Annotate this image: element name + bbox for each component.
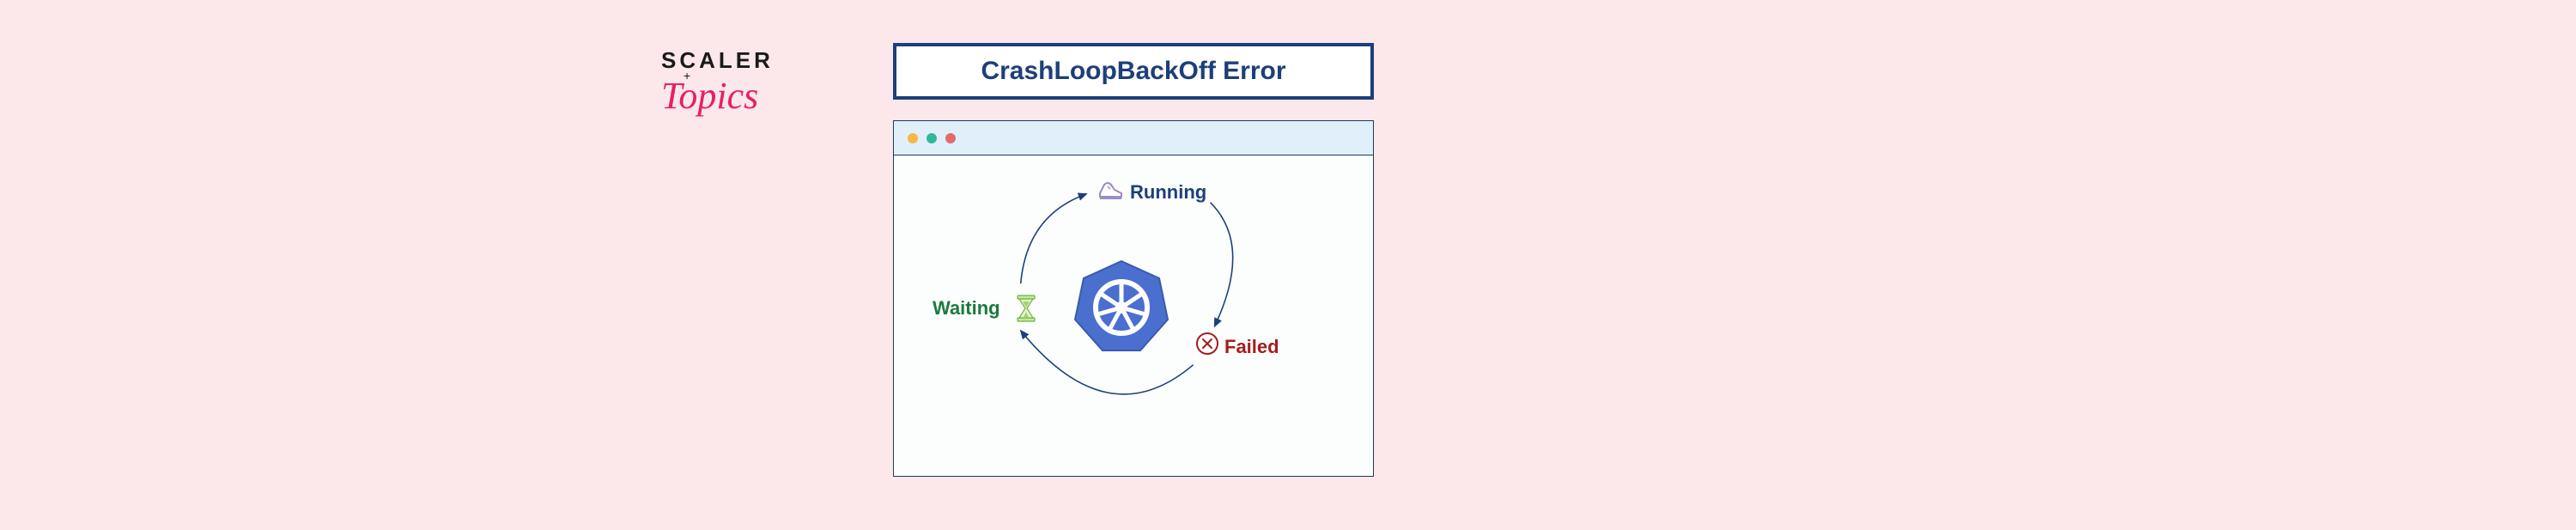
diagram-title: CrashLoopBackOff Error — [981, 57, 1285, 85]
x-circle-icon — [1194, 331, 1220, 356]
state-running-label: Running — [1130, 181, 1206, 204]
shoe-icon — [1096, 174, 1127, 205]
brand-logo: SCALER + Topics — [661, 47, 774, 118]
state-waiting-label: Waiting — [933, 297, 1000, 320]
kubernetes-logo — [1070, 254, 1173, 357]
diagram-canvas: Running Waiting Failed — [894, 155, 1373, 476]
window-dot-yellow — [908, 133, 918, 143]
hourglass-icon — [1014, 295, 1038, 322]
brand-line1: SCALER — [661, 47, 774, 74]
brand-line2: Topics — [661, 74, 774, 118]
state-failed-label: Failed — [1224, 336, 1279, 358]
diagram-window: Running Waiting Failed — [893, 120, 1374, 477]
diagram-title-box: CrashLoopBackOff Error — [893, 43, 1374, 100]
window-titlebar — [894, 121, 1373, 155]
window-dot-red — [945, 133, 956, 143]
window-dot-teal — [927, 133, 937, 143]
